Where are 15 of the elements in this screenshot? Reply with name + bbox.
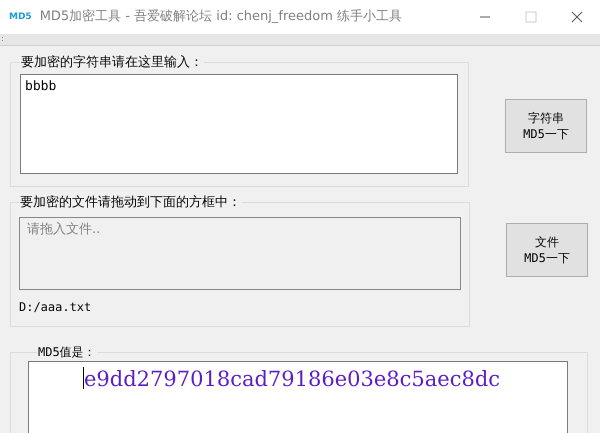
app-logo: MD5: [9, 12, 32, 22]
maximize-icon: [525, 11, 537, 23]
result-field[interactable]: e9dd2797018cad79186e03e8c5aec8dc: [28, 361, 568, 433]
input-field[interactable]: bbbb: [20, 74, 458, 174]
md5-value: e9dd2797018cad79186e03e8c5aec8dc: [84, 366, 500, 393]
close-icon: [571, 11, 583, 23]
text-cursor: [83, 367, 84, 389]
group-label: 要加密的文件请拖动到下面的方框中：: [19, 194, 242, 212]
string-md5-button[interactable]: 字符串 MD5一下: [505, 99, 587, 153]
group-label: 要加密的字符串请在这里输入：: [20, 54, 204, 72]
drop-field[interactable]: 请拖入文件..: [19, 216, 461, 290]
group-label: MD5值是：: [37, 344, 97, 361]
file-path: D:/aaa.txt: [19, 298, 92, 316]
window-title: MD5加密工具 - 吾爱破解论坛 id: chenj_freedom 练手小工具: [40, 8, 402, 26]
file-md5-button[interactable]: 文件 MD5一下: [506, 223, 588, 277]
